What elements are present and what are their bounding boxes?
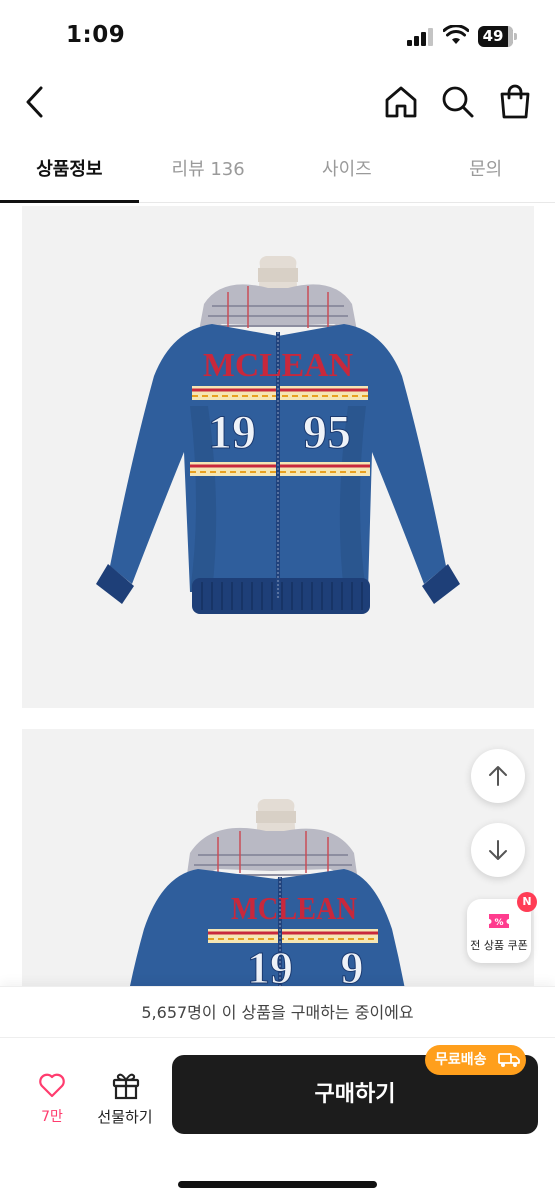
all-products-coupon-button[interactable]: % 전 상품 쿠폰 N [467, 892, 537, 963]
top-nav [0, 70, 555, 134]
shopping-bag-icon[interactable] [498, 83, 532, 121]
coupon-icon: % [489, 914, 509, 928]
jacket-brand-lettering: MCLEAN [231, 890, 357, 926]
tab-size[interactable]: 사이즈 [278, 140, 417, 202]
product-tabs: 상품정보 리뷰 136 사이즈 문의 [0, 140, 555, 203]
status-bar: 1:09 49 [0, 0, 555, 70]
like-count: 7만 [41, 1109, 63, 1125]
tab-reviews[interactable]: 리뷰 136 [139, 140, 278, 202]
scroll-up-button[interactable] [471, 749, 525, 803]
status-time: 1:09 [66, 22, 126, 48]
jacket-number-left: 19 [208, 406, 256, 459]
battery-indicator: 49 [478, 26, 518, 47]
delivery-truck-icon [498, 1053, 520, 1067]
gift-button[interactable]: 선물하기 [90, 1068, 160, 1132]
home-indicator [178, 1181, 377, 1188]
home-icon[interactable] [383, 85, 419, 119]
product-image: MCLEAN 19 95 [22, 206, 534, 708]
search-icon[interactable] [440, 84, 476, 120]
gift-label: 선물하기 [97, 1108, 153, 1126]
product-image: MCLEAN 19 9 [22, 729, 534, 986]
coupon-label: 전 상품 쿠폰 [470, 939, 528, 952]
like-button[interactable]: 7만 [24, 1068, 80, 1132]
tab-product-info[interactable]: 상품정보 [0, 140, 139, 203]
jacket-number-right: 9 [341, 942, 364, 986]
chevron-left-icon[interactable] [22, 84, 48, 120]
scroll-down-button[interactable] [471, 823, 525, 877]
cellular-signal-icon [407, 28, 433, 46]
new-badge: N [517, 892, 537, 912]
wifi-icon [443, 25, 469, 44]
jacket-brand-lettering: MCLEAN [203, 347, 353, 384]
purchase-notice: 5,657명이 이 상품을 구매하는 중이에요 [0, 986, 555, 1038]
svg-text:%: % [494, 918, 503, 928]
arrow-up-icon [489, 766, 507, 786]
battery-level: 49 [482, 27, 504, 45]
tab-inquiry[interactable]: 문의 [416, 140, 555, 202]
jacket-number-right: 95 [303, 406, 351, 459]
free-shipping-label: 무료배송 [435, 1052, 487, 1068]
free-shipping-badge: 무료배송 [425, 1045, 526, 1075]
jacket-number-left: 19 [247, 942, 293, 986]
jacket-photo-angle: MCLEAN 19 9 [129, 799, 405, 986]
product-detail-content: MCLEAN 19 95 MCLEAN 19 9 [0, 204, 555, 986]
jacket-photo: MCLEAN 19 95 [96, 256, 460, 614]
heart-icon [39, 1073, 65, 1098]
gift-icon [112, 1073, 140, 1100]
arrow-down-icon [489, 840, 507, 860]
